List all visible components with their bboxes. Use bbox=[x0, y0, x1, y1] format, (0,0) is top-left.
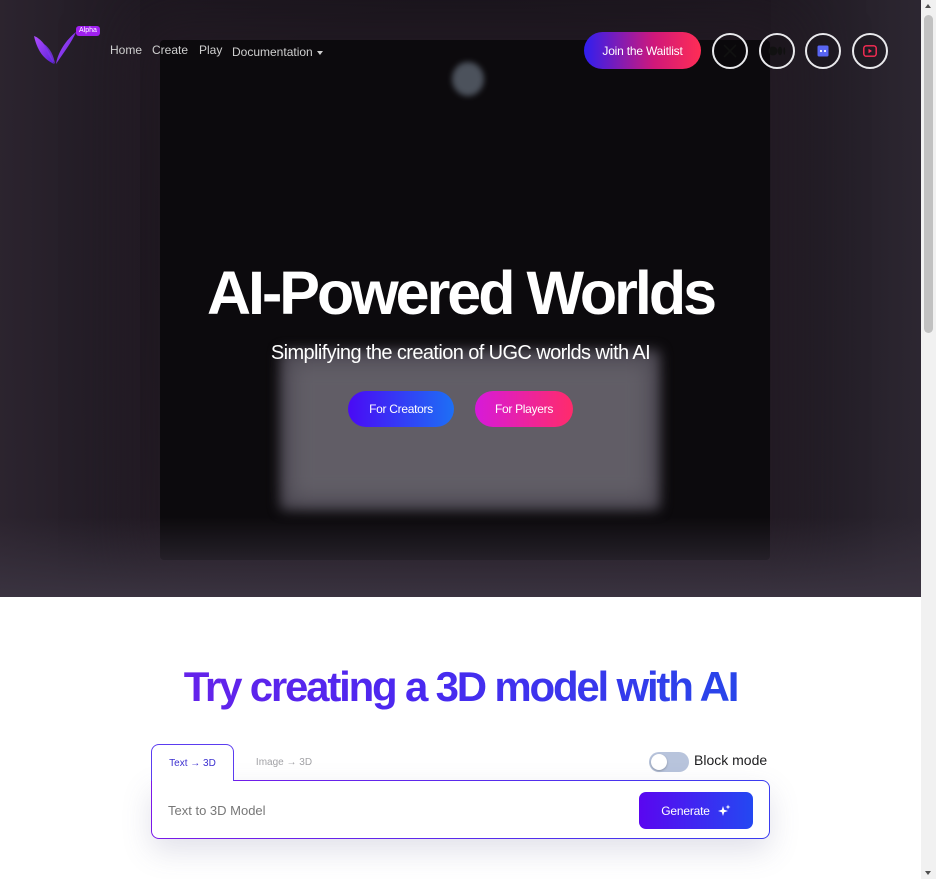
chevron-down-icon bbox=[316, 51, 323, 55]
prompt-input[interactable] bbox=[168, 799, 608, 821]
discord-social-button[interactable] bbox=[805, 33, 841, 69]
hero-section: Alpha Home Create Play Documentation Joi… bbox=[0, 0, 921, 597]
generate-button-label: Generate bbox=[661, 803, 710, 818]
scrollbar-thumb[interactable] bbox=[924, 15, 933, 333]
medium-icon bbox=[768, 46, 786, 56]
prompt-box: Generate bbox=[151, 780, 770, 839]
join-waitlist-button[interactable]: Join the Waitlist bbox=[584, 32, 701, 69]
nav-documentation[interactable]: Documentation bbox=[232, 45, 323, 59]
for-players-button[interactable]: For Players bbox=[475, 391, 573, 427]
discord-icon bbox=[817, 45, 829, 57]
youtube-icon bbox=[863, 45, 877, 57]
block-mode-toggle[interactable] bbox=[649, 752, 689, 772]
x-social-button[interactable] bbox=[712, 33, 748, 69]
hero-background-light bbox=[452, 62, 484, 96]
prompt-box-inner: Generate bbox=[152, 781, 769, 838]
x-icon bbox=[723, 44, 737, 58]
nav-documentation-label: Documentation bbox=[232, 45, 313, 59]
nav-create[interactable]: Create bbox=[152, 43, 188, 57]
nav-home[interactable]: Home bbox=[110, 43, 142, 57]
hero-background-sheet-glow bbox=[290, 360, 650, 500]
block-mode-label: Block mode bbox=[694, 752, 768, 768]
logo-icon[interactable] bbox=[32, 30, 80, 66]
toggle-knob bbox=[651, 754, 667, 770]
vertical-scrollbar[interactable] bbox=[921, 0, 936, 879]
hero-title: AI-Powered Worlds bbox=[206, 259, 717, 327]
nav-play[interactable]: Play bbox=[199, 43, 222, 57]
scroll-down-icon[interactable] bbox=[925, 871, 931, 875]
tab-image-to-3d[interactable]: Image → 3D bbox=[242, 744, 326, 781]
scroll-up-icon[interactable] bbox=[925, 4, 931, 8]
hero-background-floor bbox=[0, 517, 921, 597]
hero-subtitle: Simplifying the creation of UGC worlds w… bbox=[270, 342, 651, 364]
alpha-badge: Alpha bbox=[76, 26, 100, 36]
tab-text-to-3d[interactable]: Text → 3D bbox=[151, 744, 234, 781]
medium-social-button[interactable] bbox=[759, 33, 795, 69]
sparkles-icon bbox=[717, 804, 731, 816]
generate-button[interactable]: Generate bbox=[639, 792, 753, 829]
generator-heading: Try creating a 3D model with AI bbox=[0, 663, 921, 711]
for-creators-button[interactable]: For Creators bbox=[348, 391, 454, 427]
youtube-social-button[interactable] bbox=[852, 33, 888, 69]
